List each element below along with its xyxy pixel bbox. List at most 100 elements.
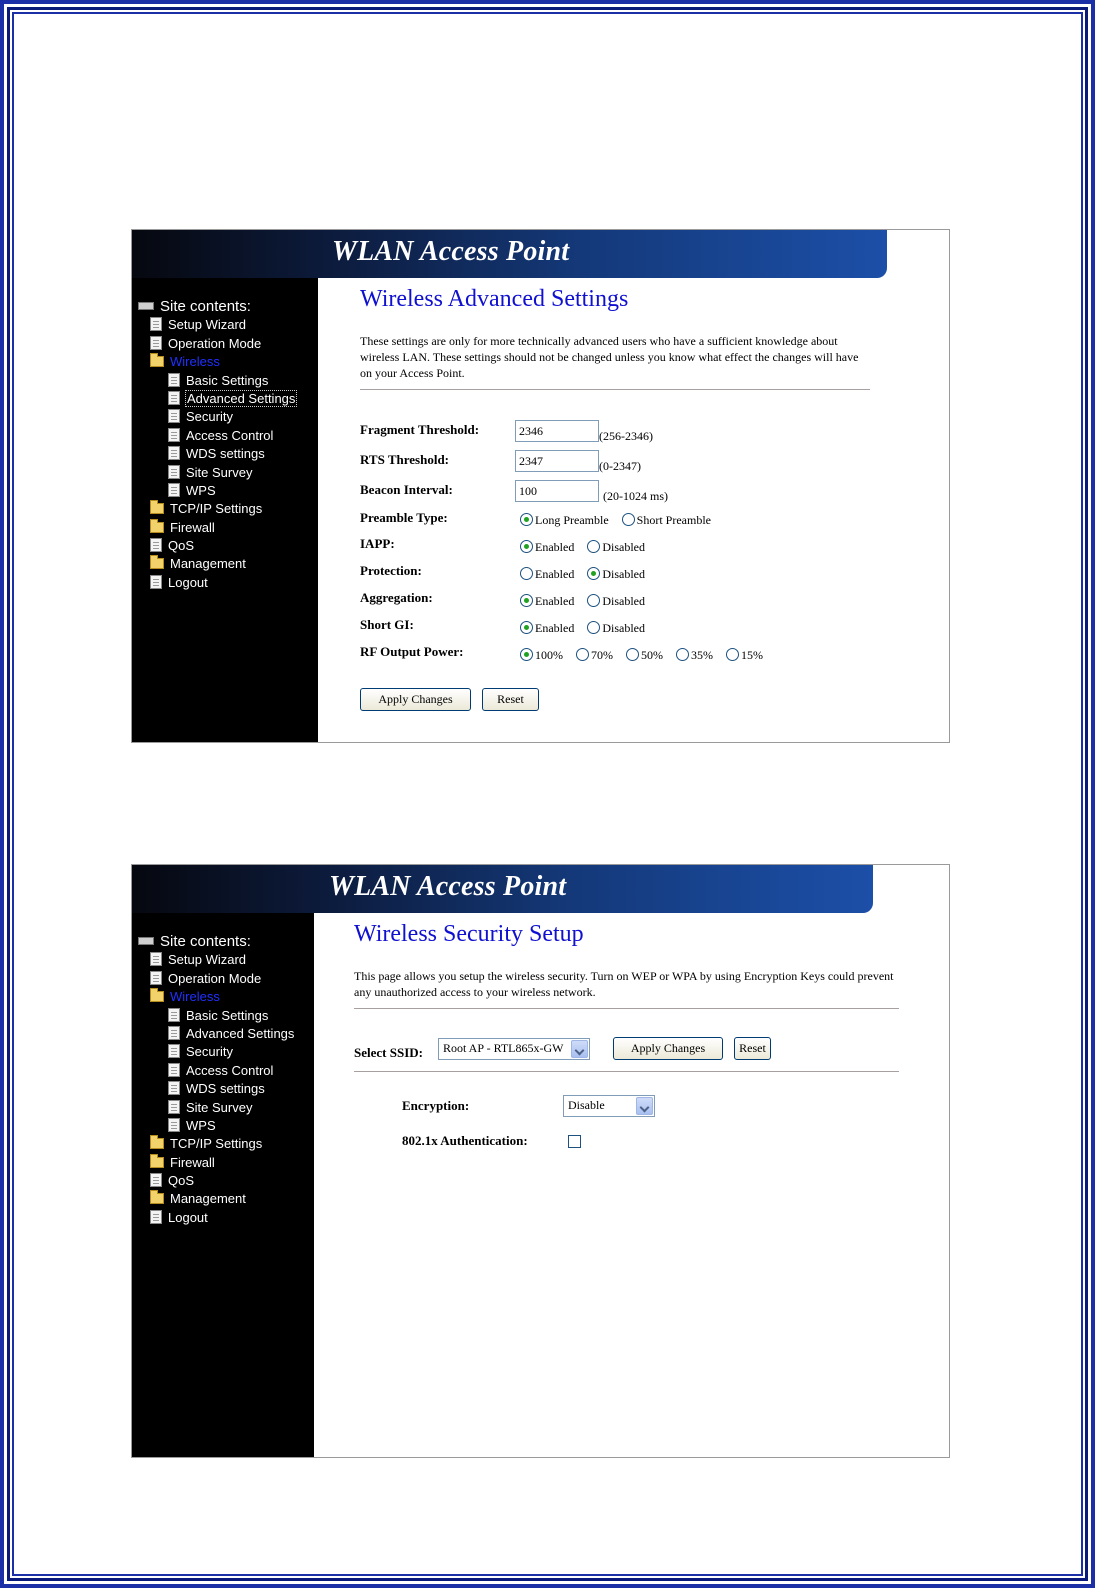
divider <box>354 1008 899 1009</box>
sidebar-item-wireless[interactable]: Wireless <box>138 353 296 371</box>
sidebar-item-wireless[interactable]: Wireless <box>138 988 294 1006</box>
reset-button[interactable]: Reset <box>482 688 539 711</box>
rf-power-70-radio[interactable] <box>576 648 589 661</box>
beacon-interval-input[interactable]: 100 <box>515 480 599 502</box>
sidebar-item-operation-mode[interactable]: Operation Mode <box>138 970 294 988</box>
fragment-threshold-label: Fragment Threshold: <box>360 422 480 437</box>
sidebar-item-qos[interactable]: QoS <box>138 537 296 555</box>
short-gi-label: Short GI: <box>360 617 414 632</box>
ssid-select[interactable]: Root AP - RTL865x-GW <box>438 1038 590 1060</box>
page-title: Wireless Security Setup <box>354 921 584 947</box>
reset-button[interactable]: Reset <box>734 1037 771 1060</box>
aggregation-disabled-radio[interactable] <box>587 594 601 607</box>
document-icon <box>150 317 162 332</box>
folder-icon <box>150 518 164 533</box>
rts-threshold-input[interactable]: 2347 <box>515 450 599 472</box>
document-icon <box>150 952 162 967</box>
sidebar-item-security[interactable]: Security <box>138 408 296 426</box>
aggregation-label: Aggregation: <box>360 590 433 605</box>
folder-icon <box>150 1135 164 1150</box>
sidebar-title: Site contents: <box>138 298 296 316</box>
document-icon <box>168 1062 180 1077</box>
content-corner <box>318 278 334 294</box>
sidebar-item-operation-mode[interactable]: Operation Mode <box>138 335 296 353</box>
chevron-down-icon <box>636 1097 653 1115</box>
rf-power-100-radio[interactable] <box>520 648 533 661</box>
sidebar-item-firewall[interactable]: Firewall <box>138 1153 294 1172</box>
banner-title: WLAN Access Point <box>329 871 567 902</box>
preamble-short-radio[interactable] <box>621 513 635 526</box>
protection-enabled-radio[interactable] <box>520 567 533 580</box>
document-icon <box>168 446 180 461</box>
sidebar-item-basic-settings[interactable]: Basic Settings <box>138 1007 294 1025</box>
sidebar-tree: Site contents: Setup Wizard Operation Mo… <box>138 298 298 592</box>
apply-changes-button[interactable]: Apply Changes <box>613 1037 723 1060</box>
8021x-authentication-checkbox[interactable] <box>568 1135 581 1148</box>
encryption-label: Encryption: <box>402 1098 470 1113</box>
document-icon <box>168 464 180 479</box>
security-setup-screenshot: WLAN Access Point Site contents: Setup W… <box>131 864 950 1458</box>
aggregation-options: Enabled Disabled <box>520 594 655 609</box>
open-folder-icon <box>150 988 164 1003</box>
sidebar-item-site-survey[interactable]: Site Survey <box>138 1099 294 1117</box>
rf-power-50-radio[interactable] <box>626 648 639 661</box>
document-icon <box>168 1081 180 1096</box>
advanced-content: Wireless Advanced Settings These setting… <box>360 286 870 711</box>
sidebar-item-setup-wizard[interactable]: Setup Wizard <box>138 951 294 969</box>
sidebar-item-advanced-settings[interactable]: Advanced Settings <box>138 389 298 408</box>
page-title: Wireless Advanced Settings <box>360 286 629 312</box>
security-content: Wireless Security Setup This page allows… <box>354 921 899 1148</box>
preamble-long-radio[interactable] <box>520 513 533 526</box>
folder-icon <box>150 500 164 515</box>
document-icon <box>150 1209 162 1224</box>
sidebar-item-security[interactable]: Security <box>138 1043 294 1061</box>
document-icon <box>150 1173 162 1188</box>
sidebar-item-wds-settings[interactable]: WDS settings <box>138 1080 294 1098</box>
sidebar-item-wps[interactable]: WPS <box>138 482 296 500</box>
sidebar-item-firewall[interactable]: Firewall <box>138 518 296 537</box>
sidebar-item-wps[interactable]: WPS <box>138 1117 294 1135</box>
document-icon <box>168 1044 180 1059</box>
banner: WLAN Access Point <box>132 230 887 278</box>
open-folder-icon <box>150 353 164 368</box>
sidebar-item-logout[interactable]: Logout <box>138 1209 294 1227</box>
content-corner <box>314 913 330 929</box>
sidebar-item-advanced-settings[interactable]: Advanced Settings <box>138 1025 294 1043</box>
sidebar-item-qos[interactable]: QoS <box>138 1172 294 1190</box>
rf-power-15-radio[interactable] <box>726 648 739 661</box>
iapp-disabled-radio[interactable] <box>587 540 601 553</box>
apply-changes-button[interactable]: Apply Changes <box>360 688 471 711</box>
8021x-authentication-label: 802.1x Authentication: <box>402 1133 528 1148</box>
computer-icon <box>138 937 154 945</box>
sidebar-item-management[interactable]: Management <box>138 555 296 573</box>
folder-icon <box>150 555 164 570</box>
sidebar-item-access-control[interactable]: Access Control <box>138 427 296 445</box>
sidebar-item-tcpip-settings[interactable]: TCP/IP Settings <box>138 1135 294 1153</box>
document-icon <box>150 574 162 589</box>
document-icon <box>168 1025 180 1040</box>
rts-threshold-range: (0-2347) <box>599 458 641 473</box>
sidebar-tree: Site contents: Setup Wizard Operation Mo… <box>138 933 294 1227</box>
encryption-select[interactable]: Disable <box>563 1095 655 1117</box>
sidebar-item-management[interactable]: Management <box>138 1190 294 1208</box>
sidebar-item-wds-settings[interactable]: WDS settings <box>138 445 296 463</box>
short-gi-enabled-radio[interactable] <box>520 621 533 634</box>
sidebar-item-tcpip-settings[interactable]: TCP/IP Settings <box>138 500 296 518</box>
sidebar-item-site-survey[interactable]: Site Survey <box>138 464 296 482</box>
fragment-threshold-field: 2346 (256-2346) <box>515 420 653 444</box>
sidebar-item-setup-wizard[interactable]: Setup Wizard <box>138 316 296 334</box>
sidebar-item-access-control[interactable]: Access Control <box>138 1062 294 1080</box>
short-gi-disabled-radio[interactable] <box>587 621 601 634</box>
rf-power-35-radio[interactable] <box>676 648 689 661</box>
sidebar-item-logout[interactable]: Logout <box>138 574 296 592</box>
iapp-enabled-radio[interactable] <box>520 540 533 553</box>
banner-title: WLAN Access Point <box>332 236 570 267</box>
document-icon <box>150 335 162 350</box>
sidebar-item-basic-settings[interactable]: Basic Settings <box>138 372 296 390</box>
document-icon <box>168 372 180 387</box>
fragment-threshold-input[interactable]: 2346 <box>515 420 599 442</box>
protection-disabled-radio[interactable] <box>587 567 601 580</box>
preamble-type-label: Preamble Type: <box>360 510 448 525</box>
aggregation-enabled-radio[interactable] <box>520 594 533 607</box>
document-icon <box>168 1099 180 1114</box>
